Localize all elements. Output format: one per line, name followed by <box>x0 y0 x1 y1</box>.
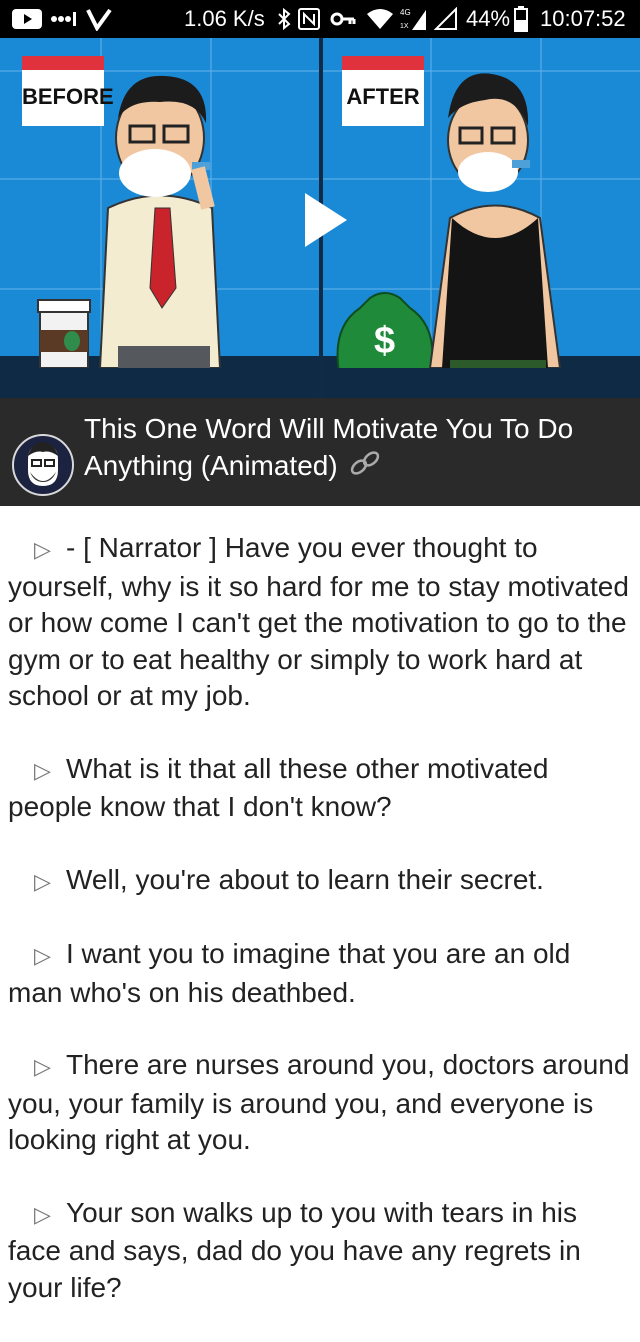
youtube-icon <box>12 0 42 38</box>
bluetooth-icon <box>276 0 292 38</box>
nfc-icon <box>298 0 320 38</box>
vpn-key-icon <box>330 0 356 38</box>
before-character-illustration <box>37 75 222 368</box>
transcript-line[interactable]: ▷ What is it that all these other motivat… <box>8 751 632 826</box>
wifi-icon <box>366 0 394 38</box>
battery-icon <box>514 0 528 38</box>
transcript-line[interactable]: ▷ Your son walks up to you with tears in … <box>8 1195 632 1307</box>
v-app-icon <box>86 0 112 38</box>
status-bar: 1.06 K/s 4G 1X 44% 10:07:52 <box>0 0 640 38</box>
after-character-illustration: $ <box>336 73 562 368</box>
transcript-line[interactable]: ▷ Well, you're about to learn their secre… <box>8 862 632 901</box>
svg-text:$: $ <box>374 320 395 362</box>
play-segment-icon[interactable]: ▷ <box>34 1049 54 1086</box>
link-icon[interactable] <box>348 449 382 486</box>
transcript: ▷ - [ Narrator ] Have you ever thought to… <box>8 530 632 1342</box>
transcript-line[interactable]: ▷ - [ Narrator ] Have you ever thought to… <box>8 530 632 715</box>
mobile-signal-icon: 4G 1X <box>398 0 428 38</box>
video-player[interactable]: BEFORE AFTER $ <box>0 38 640 398</box>
play-segment-icon[interactable]: ▷ <box>34 938 54 975</box>
bearded-man-icon <box>16 438 70 492</box>
play-segment-icon[interactable]: ▷ <box>34 532 54 569</box>
svg-text:4G: 4G <box>400 8 411 17</box>
play-segment-icon[interactable]: ▷ <box>34 864 54 901</box>
video-title-text: This One Word Will Motivate You To Do An… <box>84 413 574 481</box>
svg-text:1X: 1X <box>400 23 409 30</box>
transcript-line[interactable]: ▷ I want you to imagine that you are an o… <box>8 936 632 1011</box>
play-segment-icon[interactable]: ▷ <box>34 1197 54 1234</box>
clock: 10:07:52 <box>540 6 626 31</box>
signal-empty-icon <box>434 0 458 38</box>
more-dots-icon <box>50 0 76 38</box>
video-title: This One Word Will Motivate You To Do An… <box>84 410 632 486</box>
transcript-line[interactable]: ▷ There are nurses around you, doctors ar… <box>8 1047 632 1159</box>
net-speed: 1.06 K/s <box>184 6 265 31</box>
play-segment-icon[interactable]: ▷ <box>34 753 54 790</box>
channel-avatar[interactable] <box>12 434 74 496</box>
battery-level: 44% <box>466 6 511 31</box>
